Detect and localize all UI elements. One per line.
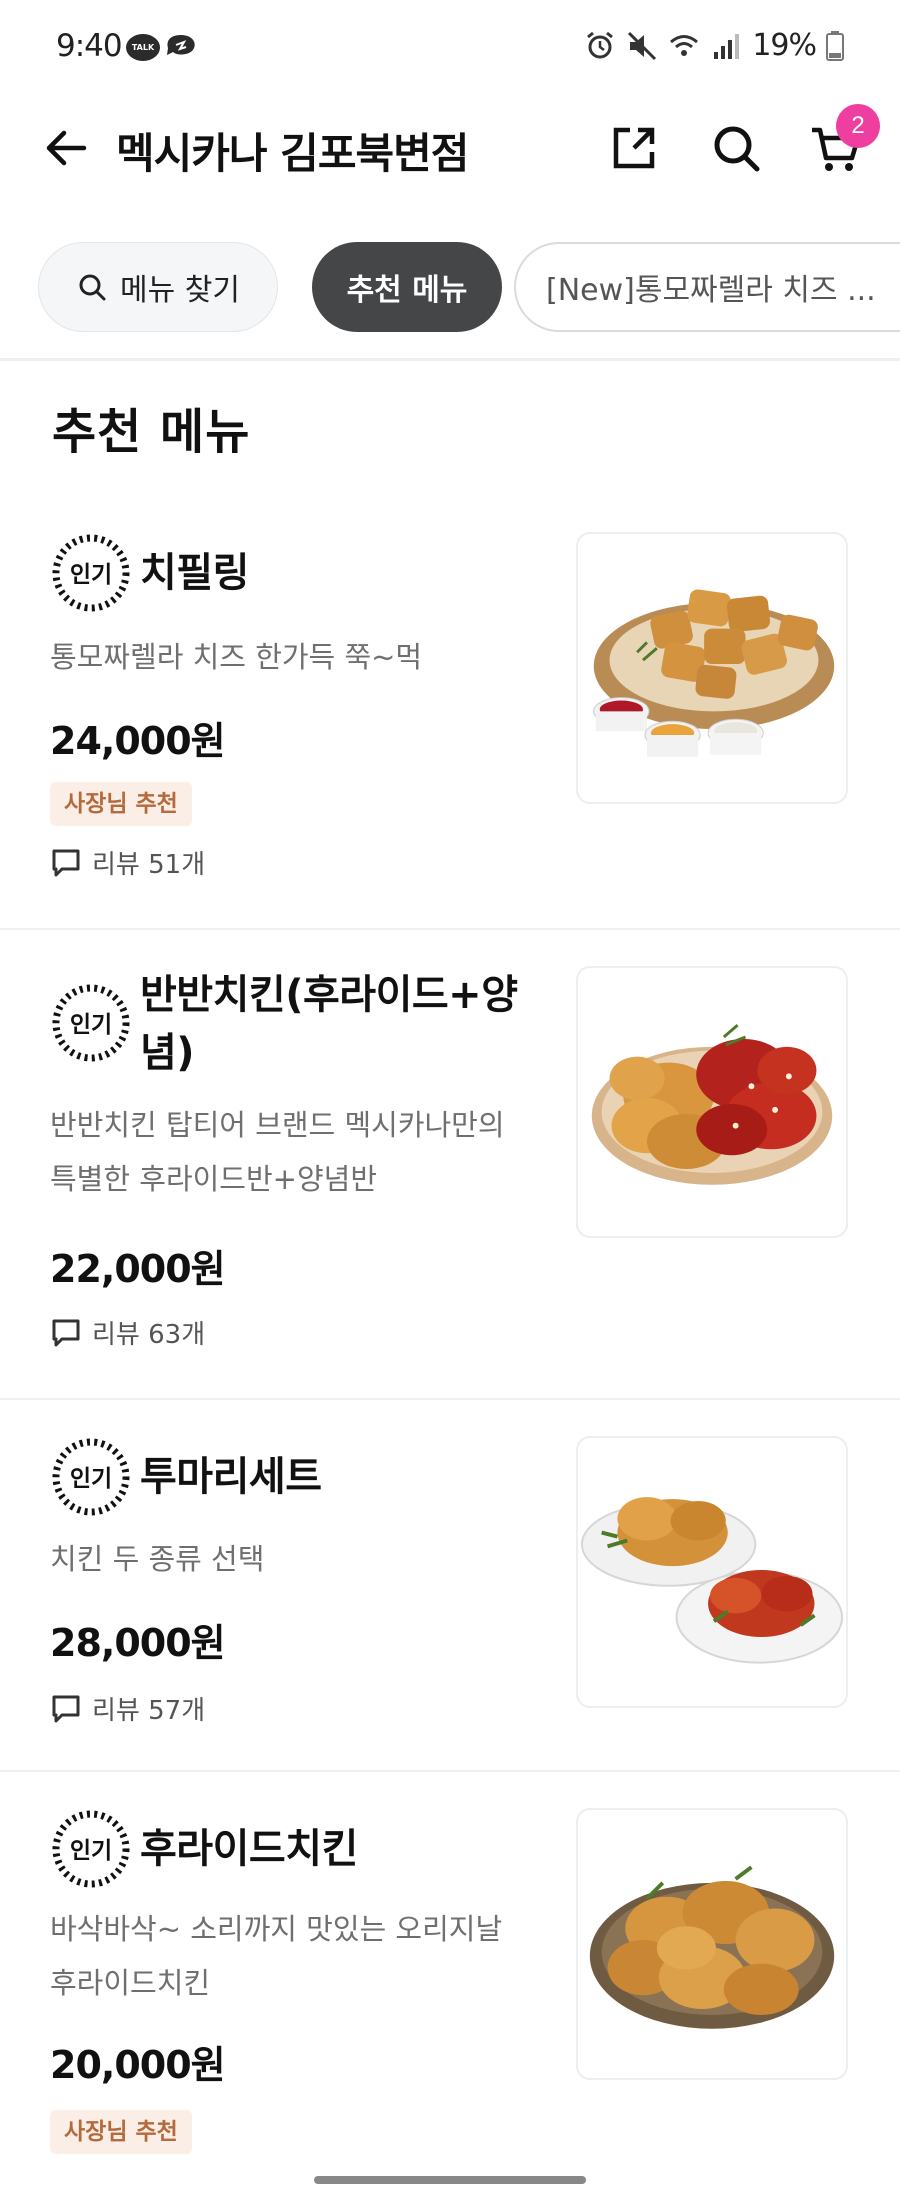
menu-item[interactable]: 인기 반반치킨(후라이드+양 념) 반반치킨 탑티어 브랜드 멕시카나만의 특별… [0, 930, 900, 1400]
review-icon [52, 1319, 80, 1346]
battery-icon [826, 30, 844, 61]
item-description: 치킨 두 종류 선택 [50, 1532, 560, 1586]
popular-icon: 인기 [52, 1438, 130, 1516]
review-count: 리뷰 51개 [92, 850, 206, 880]
owner-recommend-badge: 사장님 추천 [50, 782, 192, 826]
item-description: 바삭바삭~ 소리까지 맛있는 오리지날 후라이드치킨 [50, 1902, 560, 2010]
status-time: 9:40 [56, 28, 123, 64]
battery-percent: 19% [752, 28, 817, 63]
item-description: 반반치킨 탑티어 브랜드 멕시카나만의 특별한 후라이드반+양념반 [50, 1098, 560, 1206]
recommended-menu-chip[interactable]: 추천 메뉴 [312, 242, 502, 332]
review-count: 리뷰 57개 [92, 1696, 206, 1726]
popular-badge-label: 인기 [70, 1012, 112, 1038]
menu-item[interactable]: 인기 후라이드치킨 바삭바삭~ 소리까지 맛있는 오리지날 후라이드치킨 20,… [0, 1772, 900, 2172]
home-indicator[interactable] [314, 2176, 586, 2184]
section-title: 추천 메뉴 [52, 404, 251, 460]
food-image [576, 966, 848, 1238]
kakaotalk-icon: TALK [126, 34, 160, 61]
chat-notification-icon [167, 35, 195, 55]
item-price: 20,000원 [50, 2043, 226, 2087]
search-icon [79, 274, 106, 301]
share-icon[interactable] [604, 118, 664, 178]
status-bar: 9:40 TALK 19% [0, 0, 900, 96]
signal-icon [714, 33, 740, 59]
item-review: 리뷰 57개 [50, 1690, 205, 1727]
item-description: 통모짜렐라 치즈 한가득 쭉~먹 [50, 630, 560, 684]
review-icon [52, 849, 80, 876]
menu-search-chip-label: 메뉴 찾기 [120, 273, 240, 308]
menu-item[interactable]: 인기 투마리세트 치킨 두 종류 선택 28,000원 리뷰 57개 [0, 1400, 900, 1772]
half-half-chicken-photo [591, 1024, 833, 1185]
review-count: 리뷰 63개 [92, 1320, 206, 1350]
item-description-line: 반반치킨 탑티어 브랜드 멕시카나만의 [50, 1108, 505, 1142]
popular-badge-label: 인기 [70, 1838, 112, 1864]
owner-recommend-badge: 사장님 추천 [50, 2110, 192, 2154]
menu-category-chips: 메뉴 찾기 추천 메뉴 [New]통모짜렐라 치즈 ... [0, 240, 900, 340]
item-name-line: 념) [140, 1030, 195, 1076]
menu-item[interactable]: 인기 치필링 통모짜렐라 치즈 한가득 쭉~먹 24,000원 사장님 추천 리… [0, 510, 900, 930]
status-icons: 19% [584, 28, 844, 63]
new-item-chip[interactable]: [New]통모짜렐라 치즈 ... [514, 242, 900, 332]
fried-chicken-photo [589, 1865, 835, 2029]
food-image [576, 1808, 848, 2080]
item-name: 반반치킨(후라이드+양 념) [140, 966, 580, 1082]
popular-badge-label: 인기 [70, 562, 112, 588]
new-item-chip-label: [New]통모짜렐라 치즈 ... [546, 273, 876, 308]
item-review: 리뷰 51개 [50, 844, 205, 881]
item-name-line: 투마리세트 [140, 1454, 322, 1500]
back-arrow-icon[interactable] [40, 122, 92, 174]
recommended-menu-chip-label: 추천 메뉴 [346, 273, 468, 308]
popular-badge-label: 인기 [70, 1466, 112, 1492]
item-name-line: 후라이드치킨 [140, 1826, 358, 1872]
chicken-nugget-photo [593, 589, 835, 757]
item-description-line: 후라이드치킨 [50, 1966, 211, 2000]
item-description-line: 특별한 후라이드반+양념반 [50, 1162, 377, 1196]
item-price: 28,000원 [50, 1621, 226, 1665]
wifi-icon [670, 34, 699, 56]
item-name: 후라이드치킨 [140, 1820, 358, 1878]
popular-icon: 인기 [52, 1810, 130, 1888]
store-header: 멕시카나 김포북변점 [0, 96, 900, 206]
item-description-line: 통모짜렐라 치즈 한가득 쭉~먹 [50, 640, 423, 674]
item-price: 24,000원 [50, 719, 226, 763]
food-image [576, 1436, 848, 1708]
item-price: 22,000원 [50, 1247, 226, 1291]
cart-count-badge: 2 [836, 104, 880, 148]
divider [0, 358, 900, 361]
popular-icon: 인기 [52, 534, 130, 612]
item-name-line: 반반치킨(후라이드+양 [140, 972, 518, 1018]
item-name: 투마리세트 [140, 1448, 322, 1506]
item-description-line: 바삭바삭~ 소리까지 맛있는 오리지날 [50, 1912, 503, 1946]
two-chicken-set-photo [580, 1497, 844, 1664]
alarm-icon [587, 31, 614, 58]
food-image [576, 532, 848, 804]
item-review: 리뷰 63개 [50, 1314, 205, 1351]
page-title: 멕시카나 김포북변점 [116, 129, 469, 178]
item-description-line: 치킨 두 종류 선택 [50, 1542, 265, 1576]
mute-icon [628, 31, 657, 60]
menu-search-chip[interactable]: 메뉴 찾기 [38, 242, 278, 332]
item-name: 치필링 [140, 544, 249, 602]
search-icon[interactable] [706, 118, 766, 178]
popular-icon: 인기 [52, 984, 130, 1062]
review-icon [52, 1695, 80, 1722]
item-name-line: 치필링 [140, 550, 249, 596]
